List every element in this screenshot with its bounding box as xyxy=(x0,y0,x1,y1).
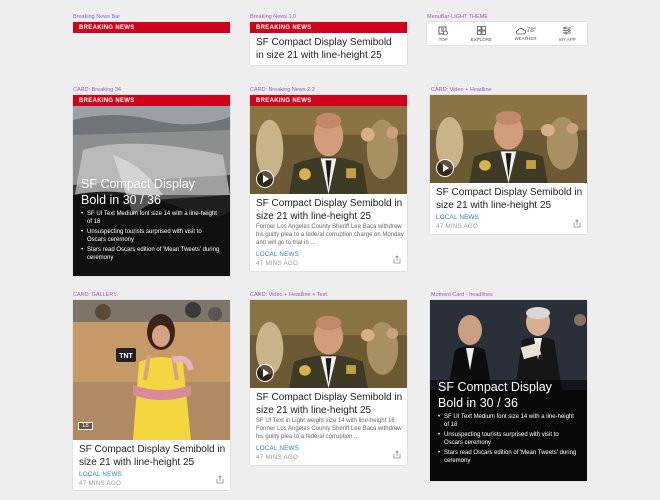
label-video-headline: CARD: Video + Headline xyxy=(431,87,492,93)
weather-temp: 78° xyxy=(526,27,537,34)
card-breaking-22[interactable]: BREAKING NEWS SF Compact Display Semibol… xyxy=(250,95,407,271)
video-play-icon[interactable] xyxy=(436,159,454,177)
menubar: TOP EXPLORE 78° WEATHER MY APP xyxy=(427,22,587,45)
bullet-item: SF UI Text Medium font size 14 with a li… xyxy=(81,210,221,226)
gallery-count: 18 xyxy=(82,423,89,429)
breaking-news-label: BREAKING NEWS xyxy=(256,97,312,104)
category-link[interactable]: LOCAL NEWS xyxy=(79,471,122,478)
menu-item-label: WEATHER xyxy=(514,35,537,41)
card-breaking-news-10[interactable]: BREAKING NEWS SF Compact Display Semibol… xyxy=(250,22,407,65)
card-headline: SF Compact Display Semibold in size 21 w… xyxy=(436,187,583,211)
category-link[interactable]: LOCAL NEWS xyxy=(256,445,299,452)
breaking-news-bar: BREAKING NEWS xyxy=(250,95,407,106)
card-headline: SF Compact Display Semibold in size 21 w… xyxy=(256,392,403,416)
share-icon[interactable] xyxy=(393,255,401,264)
timestamp: 47 MINS AGO xyxy=(436,223,479,230)
label-menubar: MenuBar-LIGHT THEME xyxy=(427,14,488,20)
bullet-list: SF UI Text Medium font size 14 with a li… xyxy=(81,210,221,264)
bullet-item: Stars read Oscars edition of 'Mean Tweet… xyxy=(81,246,221,262)
timestamp: 47 MINS AGO xyxy=(79,480,122,487)
card-moment[interactable]: SF Compact Display Bold in 30 / 36 SF UI… xyxy=(430,300,587,481)
card-body: SF UI Text in Light weight size 14 with … xyxy=(256,418,402,441)
card-headline: SF Compact Display Bold in 30 / 36 xyxy=(438,380,552,410)
breaking-news-bar: BREAKING NEWS xyxy=(73,95,230,106)
card-breaking-34[interactable]: BREAKING NEWS SF Compact Display Bold in… xyxy=(73,95,230,276)
video-play-icon[interactable] xyxy=(256,364,274,382)
card-gallery[interactable]: TNT 18 SF Compact Display Semibold in si… xyxy=(73,300,230,490)
category-link[interactable]: LOCAL NEWS xyxy=(256,251,299,258)
label-breaking-news-10: Breaking News 1.0 xyxy=(250,14,297,20)
breaking-news-label: BREAKING NEWS xyxy=(79,24,135,31)
top-news-icon xyxy=(438,26,449,35)
label-breaking-34: CARD: Breaking 34 xyxy=(73,87,121,93)
card-video-headline[interactable]: SF Compact Display Semibold in size 21 w… xyxy=(430,95,587,234)
bullet-item: Stars read Oscars edition of 'Mean Tweet… xyxy=(438,449,578,465)
timestamp: 47 MINS AGO xyxy=(256,454,299,461)
card-body: Former Los Angeles County Sheriff Lee Ba… xyxy=(256,224,404,247)
breaking-news-label: BREAKING NEWS xyxy=(79,97,135,104)
label-breaking-bar: Breaking News Bar xyxy=(73,14,121,20)
card-headline: SF Compact Display Bold in 30 / 36 xyxy=(81,177,195,207)
bullet-item: SF UI Text Medium font size 14 with a li… xyxy=(438,413,578,429)
category-link[interactable]: LOCAL NEWS xyxy=(436,214,479,221)
label-video-headline-text: CARD: Video + Headline + Text xyxy=(250,292,327,298)
gallery-count-badge: 18 xyxy=(78,422,93,430)
menu-item-label: EXPLORE xyxy=(470,36,492,42)
menu-item-my-app[interactable]: MY APP xyxy=(559,26,576,42)
settings-sliders-icon xyxy=(563,26,572,34)
menu-item-weather[interactable]: 78° WEATHER xyxy=(514,27,536,41)
explore-grid-icon xyxy=(476,25,486,35)
breaking-news-bar[interactable]: BREAKING NEWS xyxy=(73,22,230,33)
breaking-news-bar: BREAKING NEWS xyxy=(250,22,407,33)
red-carpet-photo: TNT xyxy=(73,300,230,440)
menu-item-explore[interactable]: EXPLORE xyxy=(470,25,492,42)
share-icon[interactable] xyxy=(393,450,401,459)
timestamp: 47 MINS AGO xyxy=(256,260,299,267)
menu-item-top[interactable]: TOP xyxy=(438,26,449,42)
card-headline: SF Compact Display Semibold in size 21 w… xyxy=(256,37,392,61)
card-video-headline-text[interactable]: SF Compact Display Semibold in size 21 w… xyxy=(250,300,407,465)
weather-cloud-icon xyxy=(515,27,526,34)
label-breaking-22: CARD: Breaking News 2.2 xyxy=(250,87,315,93)
breaking-news-label: BREAKING NEWS xyxy=(256,24,312,31)
bullet-list: SF UI Text Medium font size 14 with a li… xyxy=(438,413,578,467)
label-moment: Moment Card - headlines xyxy=(431,292,493,298)
label-gallery: CARD: GALLERY xyxy=(73,292,117,298)
menu-item-label: TOP xyxy=(438,36,448,42)
share-icon[interactable] xyxy=(216,475,224,484)
bullet-item: Unsuspecting tourists surprised with vis… xyxy=(81,228,221,244)
tnt-logo-text: TNT xyxy=(119,353,133,360)
video-play-icon[interactable] xyxy=(256,170,274,188)
card-headline: SF Compact Display Semibold in size 21 w… xyxy=(79,444,226,468)
bullet-item: Unsuspecting tourists surprised with vis… xyxy=(438,431,578,447)
card-headline: SF Compact Display Semibold in size 21 w… xyxy=(256,198,403,222)
share-icon[interactable] xyxy=(573,219,581,228)
menu-item-label: MY APP xyxy=(559,36,576,42)
